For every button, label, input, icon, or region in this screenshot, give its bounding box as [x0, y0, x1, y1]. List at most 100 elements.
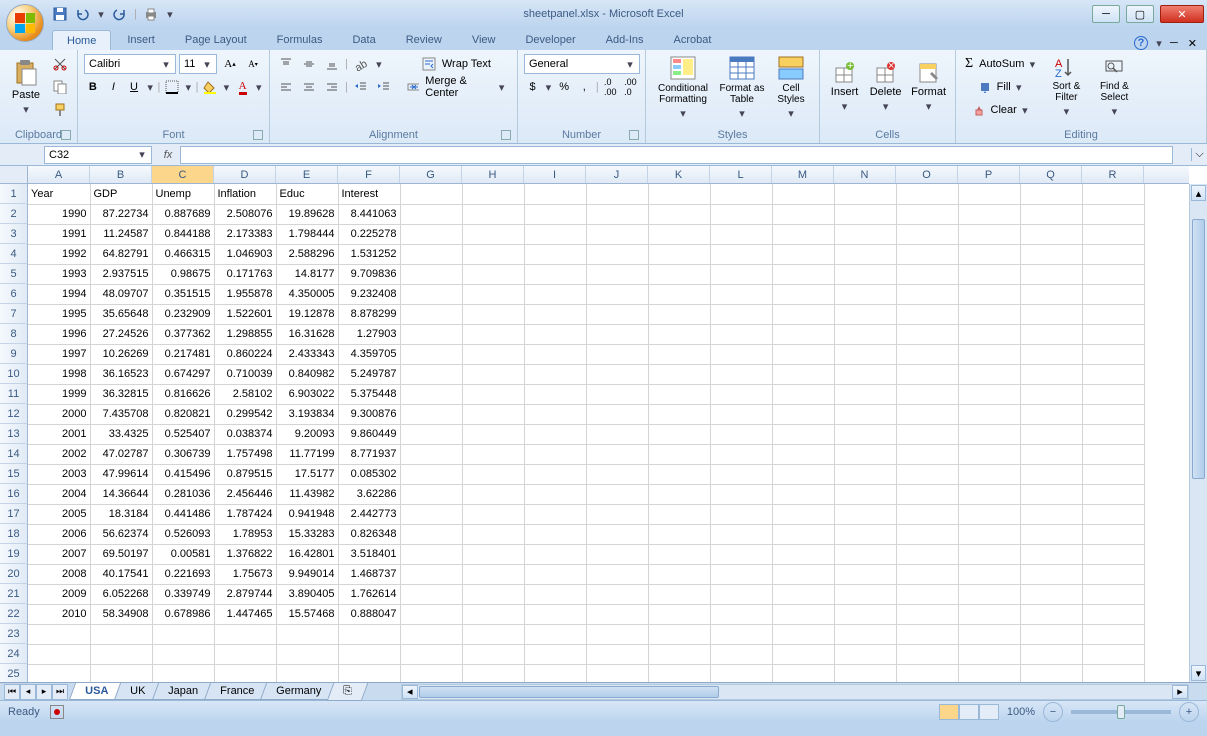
align-middle-icon[interactable] [299, 54, 319, 74]
font-color-icon[interactable]: A [234, 77, 252, 97]
sort-filter-button[interactable]: AZSort & Filter▾ [1044, 52, 1088, 122]
cell[interactable]: 3.518401 [338, 544, 400, 564]
cell[interactable]: 1.531252 [338, 244, 400, 264]
cell[interactable]: 0.98675 [152, 264, 214, 284]
cell[interactable] [1082, 344, 1144, 364]
cell[interactable] [958, 204, 1020, 224]
autosum-button[interactable]: ΣAutoSum▾ [962, 54, 1040, 74]
column-header-K[interactable]: K [648, 166, 710, 183]
cell[interactable]: 0.00581 [152, 544, 214, 564]
tab-acrobat[interactable]: Acrobat [660, 30, 726, 50]
doc-close-icon[interactable]: ✕ [1188, 37, 1197, 50]
copy-icon[interactable] [50, 77, 70, 97]
cell[interactable] [400, 304, 462, 324]
cell[interactable] [462, 524, 524, 544]
cell[interactable]: 0.860224 [214, 344, 276, 364]
select-all-corner[interactable] [0, 166, 28, 184]
cell[interactable] [524, 664, 586, 682]
cell[interactable] [834, 584, 896, 604]
cell[interactable] [524, 244, 586, 264]
cell[interactable]: 2001 [28, 424, 90, 444]
minimize-ribbon-icon[interactable]: ─ [1170, 37, 1178, 49]
page-break-view-button[interactable] [979, 704, 999, 720]
zoom-slider[interactable] [1071, 710, 1171, 714]
cell[interactable] [710, 504, 772, 524]
cell[interactable]: 0.887689 [152, 204, 214, 224]
cell[interactable] [710, 244, 772, 264]
column-header-B[interactable]: B [90, 166, 152, 183]
cell[interactable]: 1994 [28, 284, 90, 304]
cell[interactable] [896, 664, 958, 682]
cell[interactable]: 1997 [28, 344, 90, 364]
tab-developer[interactable]: Developer [511, 30, 589, 50]
row-header-19[interactable]: 19 [0, 544, 28, 564]
cell[interactable] [710, 604, 772, 624]
cell[interactable] [834, 184, 896, 204]
cell[interactable]: 2.508076 [214, 204, 276, 224]
cell[interactable]: 16.31628 [276, 324, 338, 344]
cell[interactable] [834, 564, 896, 584]
row-header-2[interactable]: 2 [0, 204, 28, 224]
print-icon[interactable] [143, 6, 159, 22]
cell[interactable] [1020, 344, 1082, 364]
column-header-Q[interactable]: Q [1020, 166, 1082, 183]
cell[interactable] [710, 404, 772, 424]
cell[interactable] [524, 264, 586, 284]
cell[interactable]: Interest [338, 184, 400, 204]
cell[interactable] [1082, 604, 1144, 624]
cell[interactable]: 3.62286 [338, 484, 400, 504]
cell[interactable]: 1.298855 [214, 324, 276, 344]
cell[interactable] [958, 184, 1020, 204]
cell[interactable]: 0.526093 [152, 524, 214, 544]
cell[interactable] [1082, 184, 1144, 204]
cell[interactable] [524, 224, 586, 244]
cell[interactable] [648, 284, 710, 304]
row-header-12[interactable]: 12 [0, 404, 28, 424]
name-box[interactable]: C32▾ [44, 146, 152, 164]
number-dialog-launcher[interactable] [629, 130, 639, 140]
cell[interactable]: 0.306739 [152, 444, 214, 464]
row-header-20[interactable]: 20 [0, 564, 28, 584]
cell[interactable] [1020, 664, 1082, 682]
cell[interactable] [958, 564, 1020, 584]
cell[interactable] [896, 604, 958, 624]
row-header-4[interactable]: 4 [0, 244, 28, 264]
row-header-11[interactable]: 11 [0, 384, 28, 404]
cell[interactable]: 0.232909 [152, 304, 214, 324]
italic-icon[interactable]: I [105, 77, 123, 97]
merge-center-button[interactable]: Merge & Center▾ [402, 77, 511, 97]
cell[interactable] [1020, 224, 1082, 244]
cell[interactable] [400, 604, 462, 624]
cell[interactable] [896, 564, 958, 584]
cell[interactable]: 19.12878 [276, 304, 338, 324]
column-header-H[interactable]: H [462, 166, 524, 183]
cell[interactable] [772, 644, 834, 664]
cell[interactable] [896, 304, 958, 324]
cell[interactable] [524, 364, 586, 384]
cell[interactable] [462, 384, 524, 404]
cell[interactable]: 1998 [28, 364, 90, 384]
format-as-table-button[interactable]: Format as Table▾ [718, 52, 766, 122]
cell[interactable]: 7.435708 [90, 404, 152, 424]
cell[interactable] [772, 204, 834, 224]
cell[interactable]: 1.376822 [214, 544, 276, 564]
cell[interactable] [524, 524, 586, 544]
zoom-in-button[interactable]: + [1179, 702, 1199, 722]
cell[interactable] [648, 384, 710, 404]
cell[interactable] [648, 404, 710, 424]
cell[interactable] [462, 424, 524, 444]
cell[interactable] [1082, 204, 1144, 224]
cell[interactable] [586, 664, 648, 682]
cell[interactable] [524, 184, 586, 204]
cell[interactable]: 0.351515 [152, 284, 214, 304]
cell[interactable]: 2.433343 [276, 344, 338, 364]
cell[interactable] [524, 384, 586, 404]
cell[interactable] [772, 324, 834, 344]
row-headers[interactable]: 1234567891011121314151617181920212223242… [0, 184, 28, 682]
zoom-level[interactable]: 100% [1007, 706, 1035, 718]
cell[interactable]: 27.24526 [90, 324, 152, 344]
cells-area[interactable]: YearGDPUnempInflationEducInterest199087.… [28, 184, 1189, 682]
cell[interactable] [586, 224, 648, 244]
cell[interactable] [772, 224, 834, 244]
cell[interactable]: 3.193834 [276, 404, 338, 424]
